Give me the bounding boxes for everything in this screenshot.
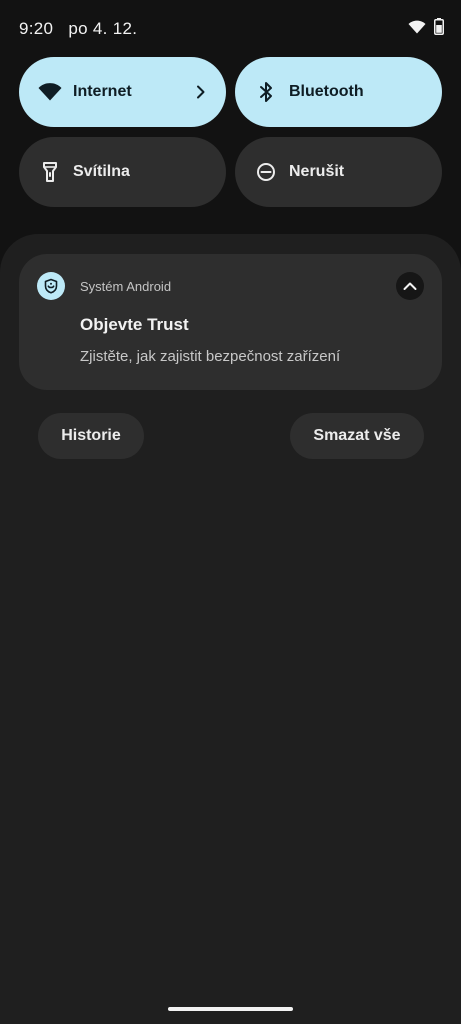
tile-do-not-disturb-label: Nerušit [289,163,345,180]
bluetooth-icon [253,79,279,105]
wifi-icon [37,79,63,105]
status-icons [408,18,444,40]
wifi-icon [408,20,426,39]
notification-card[interactable]: Systém Android Objevte Trust Zjistěte, j… [19,254,442,390]
android-system-icon [37,272,65,300]
tile-do-not-disturb[interactable]: Nerušit [235,137,442,207]
flashlight-icon [37,159,63,185]
notification-text: Zjistěte, jak zajistit bezpečnost zaříze… [80,348,341,365]
tile-flashlight[interactable]: Svítilna [19,137,226,207]
battery-icon [434,18,444,40]
status-date: po 4. 12. [68,19,138,38]
tile-internet-label: Internet [73,83,132,100]
status-time-date: 9:20 po 4. 12. [19,19,137,39]
chevron-right-icon [196,85,206,99]
status-bar: 9:20 po 4. 12. [0,0,461,56]
tile-flashlight-label: Svítilna [73,163,130,180]
chevron-up-icon[interactable] [396,272,424,300]
clear-all-button[interactable]: Smazat vše [290,413,424,459]
history-button[interactable]: Historie [38,413,144,459]
status-time: 9:20 [19,19,54,38]
notification-app-name: Systém Android [80,279,172,294]
do-not-disturb-icon [253,159,279,185]
tile-internet[interactable]: Internet [19,57,226,127]
notification-title: Objevte Trust [80,315,189,334]
tile-bluetooth-label: Bluetooth [289,83,364,100]
home-indicator[interactable] [168,1007,293,1011]
tile-bluetooth[interactable]: Bluetooth [235,57,442,127]
